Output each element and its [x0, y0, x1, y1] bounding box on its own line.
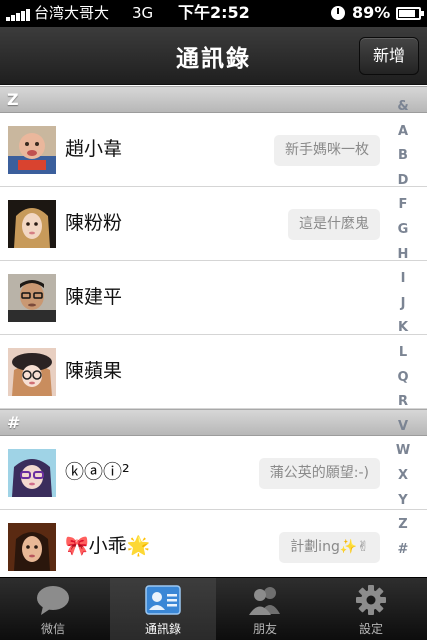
- index-letter[interactable]: G: [390, 222, 416, 238]
- friends-icon: [249, 587, 280, 615]
- index-letter[interactable]: V: [390, 419, 416, 435]
- contact-name: ⓚⓐⓘ²: [65, 461, 130, 483]
- index-letter[interactable]: K: [390, 320, 416, 336]
- index-letter[interactable]: A: [390, 124, 416, 140]
- contact-signature: 計劃ing✨✌: [279, 532, 380, 563]
- contact-row[interactable]: 陳蘋果: [0, 335, 427, 409]
- contacts-card-icon: [145, 585, 181, 615]
- battery-percent: 89%: [352, 3, 391, 22]
- tab-label: 通訊錄: [144, 622, 181, 636]
- status-time: 下午2:52: [178, 3, 250, 22]
- contact-name: 陳建平: [65, 286, 123, 308]
- alphabet-index-bar[interactable]: & A B D F G H I J K L Q R V W X Y Z #: [390, 99, 416, 569]
- index-letter[interactable]: I: [390, 271, 416, 287]
- chat-bubble-icon: [37, 586, 69, 615]
- index-letter[interactable]: &: [390, 99, 416, 115]
- index-letter[interactable]: J: [390, 296, 416, 312]
- status-bar: 台湾大哥大 3G 下午2:52 89%: [0, 0, 427, 27]
- navigation-bar: 通訊錄 新增: [0, 27, 427, 85]
- contact-signature: 蒲公英的願望:-): [258, 458, 380, 489]
- tab-label: 微信: [40, 622, 65, 636]
- avatar-man-photo: [8, 274, 56, 322]
- tab-chats[interactable]: 微信: [0, 578, 106, 640]
- index-letter[interactable]: F: [390, 197, 416, 213]
- avatar-girl-photo: [8, 200, 56, 248]
- tab-contacts[interactable]: 通訊錄: [110, 578, 216, 640]
- tab-label: 朋友: [252, 622, 277, 636]
- alarm-clock-icon: [331, 6, 345, 20]
- tab-bar: 微信 通訊錄 朋友 設定: [0, 577, 427, 640]
- section-header-hash: #: [0, 409, 427, 436]
- index-letter[interactable]: R: [390, 394, 416, 410]
- contact-name: 🎀小乖🌟: [65, 535, 151, 557]
- index-letter[interactable]: H: [390, 247, 416, 263]
- contact-row[interactable]: 陳粉粉 這是什麼鬼: [0, 187, 427, 261]
- index-letter[interactable]: X: [390, 468, 416, 484]
- carrier-name: 台湾大哥大: [34, 4, 110, 22]
- avatar-baby-photo: [8, 126, 56, 174]
- contact-signature: 這是什麼鬼: [288, 209, 380, 240]
- tab-settings[interactable]: 設定: [318, 578, 424, 640]
- index-letter[interactable]: Q: [390, 370, 416, 386]
- contact-list: Z 趙小韋 新手媽咪一枚 陳粉粉 這是什麼鬼 陳建平 陳蘋果 # ⓚⓐⓘ² 蒲公…: [0, 86, 427, 584]
- avatar-girl-portrait-photo: [8, 523, 56, 571]
- contact-name: 陳蘋果: [65, 360, 123, 382]
- contact-name: 趙小韋: [65, 138, 123, 160]
- network-type: 3G: [132, 4, 154, 22]
- contact-row[interactable]: 🎀小乖🌟 計劃ing✨✌: [0, 510, 427, 584]
- contact-row[interactable]: ⓚⓐⓘ² 蒲公英的願望:-): [0, 436, 427, 510]
- tab-friends[interactable]: 朋友: [212, 578, 318, 640]
- section-header-z: Z: [0, 86, 427, 113]
- index-letter[interactable]: D: [390, 173, 416, 189]
- index-letter[interactable]: W: [390, 443, 416, 459]
- avatar-girl-glasses-photo: [8, 449, 56, 497]
- signal-strength-icon: [6, 8, 32, 21]
- contact-row[interactable]: 陳建平: [0, 261, 427, 335]
- gear-icon: [356, 585, 386, 615]
- index-letter[interactable]: B: [390, 148, 416, 164]
- index-letter[interactable]: L: [390, 345, 416, 361]
- index-letter[interactable]: Z: [390, 517, 416, 533]
- battery-icon: [396, 7, 424, 20]
- tab-label: 設定: [358, 622, 383, 636]
- index-letter[interactable]: #: [390, 542, 416, 558]
- contact-row[interactable]: 趙小韋 新手媽咪一枚: [0, 113, 427, 187]
- avatar-girl-hat-photo: [8, 348, 56, 396]
- add-contact-button[interactable]: 新增: [359, 37, 419, 75]
- contact-signature: 新手媽咪一枚: [274, 135, 380, 166]
- contact-name: 陳粉粉: [65, 212, 123, 234]
- index-letter[interactable]: Y: [390, 493, 416, 509]
